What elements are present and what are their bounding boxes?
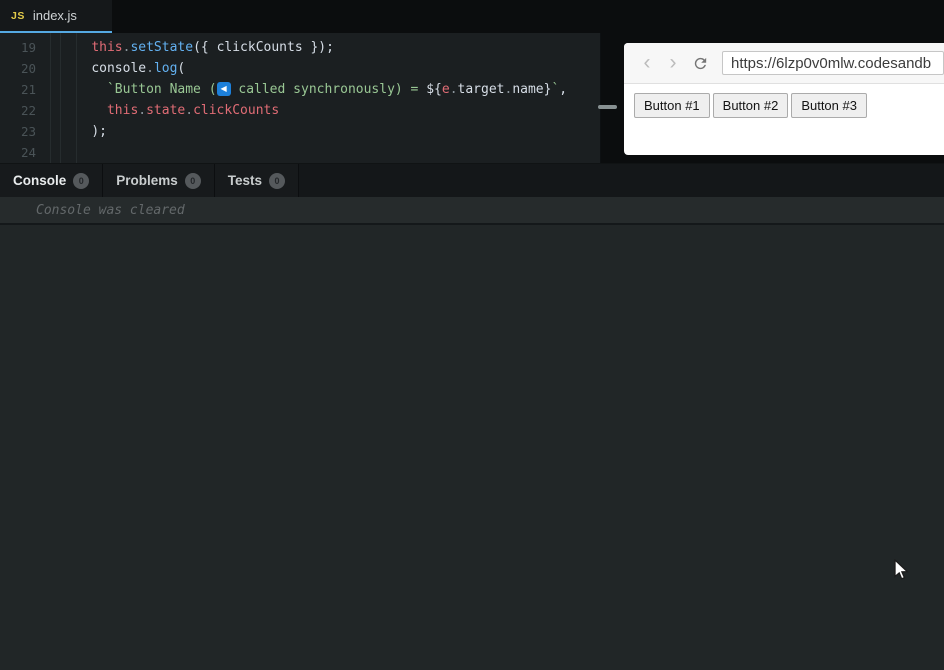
browser-preview-panel: ‹ › Button #1Button #2Button #3 [624,43,944,155]
code-line: 24 [0,142,599,163]
preview-button-2[interactable]: Button #2 [713,93,789,118]
count-badge: 0 [269,173,285,189]
browser-navbar: ‹ › [624,43,944,84]
console-tab-bar: Console 0 Problems 0 Tests 0 [0,164,944,197]
back-icon[interactable]: ‹ [634,44,660,82]
console-panel: Console 0 Problems 0 Tests 0 Console was clea… [0,163,944,670]
code-line: 19 this.setState({ clickCounts }); [0,37,599,58]
count-badge: 0 [73,173,89,189]
line-number: 19 [0,37,36,58]
tab-label: Tests [228,173,262,188]
preview-button-3[interactable]: Button #3 [791,93,867,118]
console-tab-console[interactable]: Console 0 [0,164,103,197]
console-log-row: Console was cleared [0,197,944,225]
code-line: 23 ); [0,121,599,142]
mouse-cursor [894,559,910,586]
code-line: 20 console.log( [0,58,599,79]
file-tab-label: index.js [33,8,77,23]
line-number: 22 [0,100,36,121]
line-number: 20 [0,58,36,79]
address-bar-input[interactable] [722,51,944,75]
tab-label: Console [13,173,66,188]
preview-pane: ‹ › Button #1Button #2Button #3 [601,33,944,163]
code-line: 21 `Button Name (◀ called synchronously)… [0,79,599,100]
code-line: 22 this.state.clickCounts [0,100,599,121]
console-tab-problems[interactable]: Problems 0 [103,164,215,197]
tab-label: Problems [116,173,178,188]
pane-resize-handle[interactable] [598,105,617,109]
line-number: 23 [0,121,36,142]
editor-tab-bar: JS index.js [0,0,944,33]
console-tab-tests[interactable]: Tests 0 [215,164,299,197]
code-editor[interactable]: 19 this.setState({ clickCounts });20 con… [0,33,601,163]
reverse-button-emoji-icon: ◀ [217,82,231,96]
line-number: 21 [0,79,36,100]
editor-tab-indexjs[interactable]: JS index.js [0,0,112,33]
code-lines: 19 this.setState({ clickCounts });20 con… [0,37,599,163]
forward-icon[interactable]: › [660,44,686,82]
preview-content: Button #1Button #2Button #3 [624,84,944,118]
line-number: 24 [0,142,36,163]
count-badge: 0 [185,173,201,189]
console-cleared-message: Console was cleared [36,203,185,218]
preview-button-1[interactable]: Button #1 [634,93,710,118]
refresh-icon[interactable] [686,55,714,72]
javascript-file-icon: JS [11,10,25,22]
